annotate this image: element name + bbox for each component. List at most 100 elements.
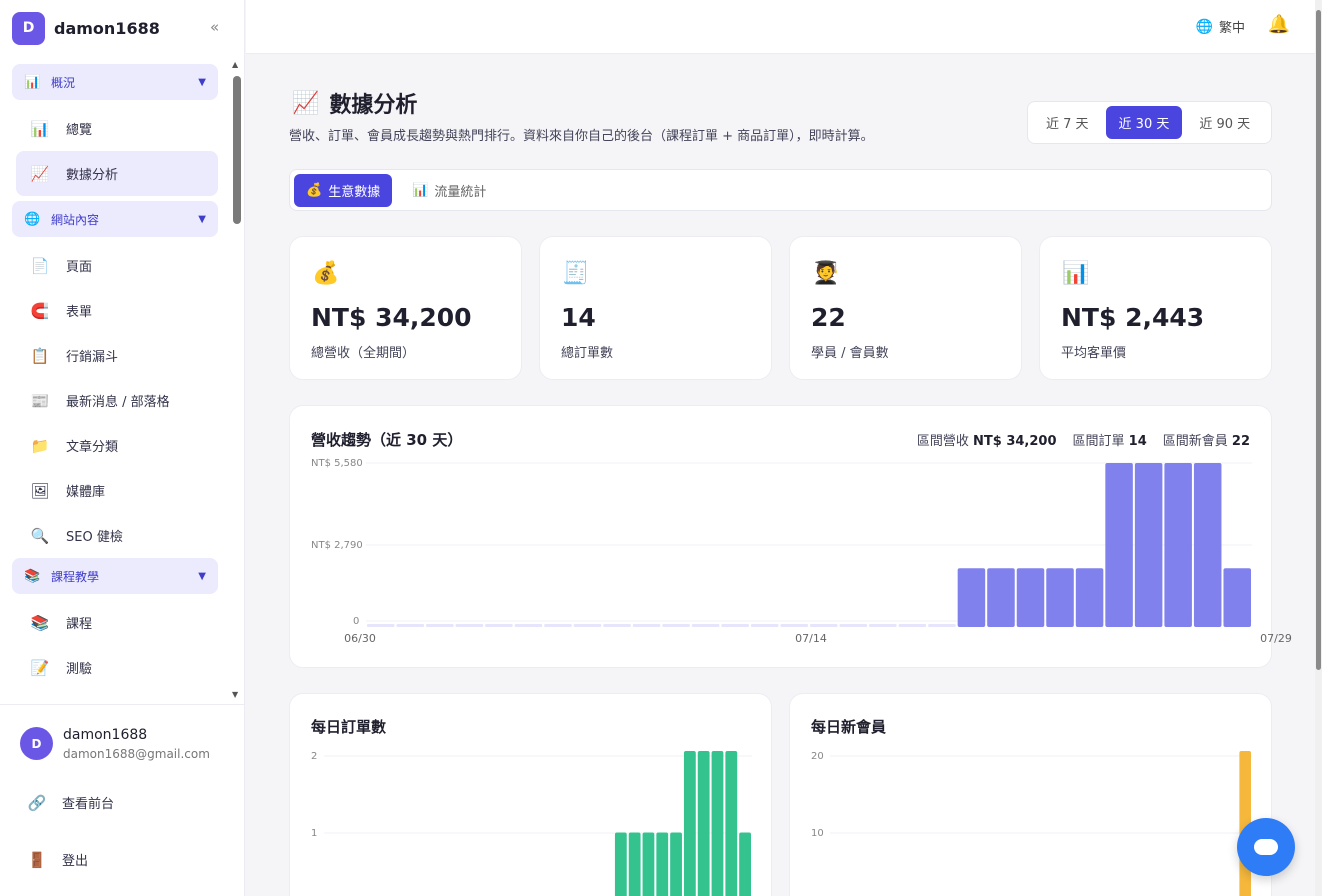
kpi-cards: 💰 NT$ 34,200 總營收（全期間） 🧾 14 總訂單數 🧑‍🎓 22 學員 / 會員數 📊… — [289, 236, 1272, 380]
tab-1[interactable]: 📊 流量統計 — [400, 174, 498, 207]
brand-name[interactable]: damon1688 — [54, 19, 160, 38]
kpi-3-label: 平均客單價 — [1061, 346, 1127, 361]
revenue-bar — [750, 624, 779, 627]
kpi-3-value: NT$ 2,443 — [1061, 303, 1205, 332]
nav-13-label: 測驗 — [66, 662, 93, 677]
kpi-card-0: 💰 NT$ 34,200 總營收（全期間） — [289, 236, 522, 380]
orders-bar — [711, 751, 724, 896]
revenue-bar — [426, 624, 454, 627]
revenue-bar — [514, 624, 543, 627]
view-site-link[interactable]: 🔗 查看前台 — [26, 793, 114, 813]
daily-orders-card: 每日訂單數 21 — [289, 693, 772, 896]
range-button-0[interactable]: 近 7 天 — [1033, 106, 1102, 139]
orders-bar — [683, 751, 696, 896]
top-bar: 🌐 繁中 🔔 — [246, 0, 1322, 54]
nav-8-icon: 📁 — [30, 436, 50, 455]
sidebar-group-11[interactable]: 📚 課程教學 ▼ — [12, 558, 218, 594]
logo-badge[interactable]: D — [12, 11, 45, 45]
revenue-bar — [1046, 568, 1074, 627]
analytics-tabs: 💰 生意數據 📊 流量統計 — [289, 169, 1272, 211]
sidebar-footer: D damon1688 damon1688@gmail.com 🔗 查看前台 🚪… — [0, 704, 245, 896]
page-scroll-thumb[interactable] — [1316, 10, 1321, 670]
nav-10-label: SEO 健檢 — [66, 530, 123, 545]
sidebar-item-12[interactable]: 📚 課程 — [12, 600, 218, 645]
members-y-tick: 20 — [811, 751, 824, 762]
kpi-1-label: 總訂單數 — [561, 346, 614, 361]
sidebar-item-5[interactable]: 🧲 表單 — [12, 288, 218, 333]
caret-down-icon: ▼ — [198, 213, 206, 225]
tab-0[interactable]: 💰 生意數據 — [294, 173, 393, 207]
avatar[interactable]: D — [20, 727, 53, 760]
revenue-bar — [1016, 568, 1045, 627]
nav-5-label: 表單 — [66, 305, 93, 320]
revenue-y-tick: 0 — [353, 616, 359, 627]
kpi-0-icon: 💰 — [312, 261, 340, 286]
kpi-2-label: 學員 / 會員數 — [811, 346, 889, 361]
page-subtitle: 營收、訂單、會員成長趨勢與熱門排行。資料來自你自己的後台（課程訂單 + 商品訂單… — [289, 129, 874, 144]
sidebar-item-10[interactable]: 🔍 SEO 健檢 — [12, 513, 218, 558]
revenue-bar — [839, 624, 868, 627]
nav-1-icon: 📊 — [30, 119, 50, 138]
sidebar-item-14[interactable]: 📋作業 — [12, 690, 218, 702]
language-label: 繁中 — [1218, 21, 1245, 36]
nav-0-icon: 📊 — [24, 74, 41, 90]
sidebar-group-3[interactable]: 🌐 網站內容 ▼ — [12, 201, 218, 237]
nav-2-label: 數據分析 — [66, 168, 119, 183]
collapse-sidebar-button[interactable]: « — [210, 18, 219, 36]
members-bar-chart: 2010 — [811, 751, 1252, 896]
sidebar-scroll-thumb[interactable] — [233, 76, 241, 224]
language-switcher[interactable]: 🌐 繁中 — [1196, 17, 1245, 37]
revenue-bar — [485, 624, 513, 627]
sidebar-item-4[interactable]: 📄 頁面 — [12, 243, 218, 288]
nav-6-icon: 📋 — [30, 346, 50, 365]
revenue-x-tick: 06/30 — [344, 632, 376, 645]
sidebar-item-7[interactable]: 📰 最新消息 / 部落格 — [12, 378, 218, 423]
sidebar-item-8[interactable]: 📁 文章分類 — [12, 423, 218, 468]
revenue-bar — [957, 568, 986, 627]
nav-1-label: 總覽 — [66, 123, 93, 138]
revenue-bar-chart: NT$ 5,580 NT$ 2,790 0 06/30 07/14 07/29 — [311, 458, 1292, 645]
revenue-trend-card: 營收趨勢（近 30 天） 區間營收 NT$ 34,200 區間訂單 14 區間新… — [289, 405, 1292, 668]
orders-bar — [628, 832, 641, 896]
sidebar-item-6[interactable]: 📋 行銷漏斗 — [12, 333, 218, 378]
scroll-up-arrow-icon[interactable]: ▲ — [232, 60, 238, 69]
logout-label: 登出 — [62, 854, 89, 869]
sidebar-item-9[interactable]: 🖼 媒體庫 — [12, 468, 218, 513]
nav-7-label: 最新消息 / 部落格 — [66, 395, 170, 410]
sidebar-item-2[interactable]: 📈 數據分析 — [16, 151, 218, 196]
kpi-1-value: 14 — [561, 303, 596, 332]
orders-bar — [739, 832, 751, 896]
revenue-y-tick: NT$ 2,790 — [311, 540, 363, 551]
revenue-bar — [1134, 463, 1163, 627]
orders-y-tick: 1 — [311, 828, 317, 839]
kpi-card-2: 🧑‍🎓 22 學員 / 會員數 — [789, 236, 1022, 380]
revenue-bar — [1193, 463, 1222, 627]
main-content: 📈 數據分析 營收、訂單、會員成長趨勢與熱門排行。資料來自你自己的後台（課程訂單… — [246, 55, 1312, 896]
orders-bar-chart: 21 — [311, 751, 752, 896]
sidebar-nav: 📊 概況 ▼ 📊 總覽 📈 數據分析 🌐 網站內容 ▼ 📄 頁面 🧲 表單 📋 行銷漏斗 📰 最新消息 / 部落格… — [12, 64, 218, 702]
sidebar-item-1[interactable]: 📊 總覽 — [12, 106, 218, 151]
scroll-down-arrow-icon[interactable]: ▼ — [232, 690, 238, 699]
caret-down-icon: ▼ — [198, 570, 206, 582]
revenue-bar — [898, 624, 927, 627]
nav-11-icon: 📚 — [24, 568, 41, 584]
members-y-tick: 10 — [811, 828, 824, 839]
range-button-1[interactable]: 近 30 天 — [1105, 106, 1183, 139]
sidebar-group-0[interactable]: 📊 概況 ▼ — [12, 64, 218, 100]
logout-link[interactable]: 🚪 登出 — [26, 850, 89, 870]
nav-9-icon: 🖼 — [30, 481, 50, 500]
bell-icon[interactable]: 🔔 — [1268, 14, 1290, 35]
chat-button[interactable] — [1237, 818, 1295, 876]
range-button-2[interactable]: 近 90 天 — [1186, 106, 1263, 139]
orders-bar — [656, 832, 669, 896]
nav-8-label: 文章分類 — [66, 440, 119, 455]
link-icon: 🔗 — [27, 793, 47, 812]
page-title-text: 數據分析 — [329, 93, 418, 118]
revenue-bar — [721, 624, 749, 627]
revenue-bar — [662, 624, 690, 627]
revenue-bar — [691, 624, 720, 627]
sidebar: D damon1688 « 📊 概況 ▼ 📊 總覽 📈 數據分析 🌐 網站內容 ▼ 📄 頁面 🧲 表單 📋 行… — [0, 0, 245, 896]
revenue-y-tick: NT$ 5,580 — [311, 458, 363, 469]
nav-4-label: 頁面 — [66, 260, 93, 275]
sidebar-item-13[interactable]: 📝 測驗 — [12, 645, 218, 690]
